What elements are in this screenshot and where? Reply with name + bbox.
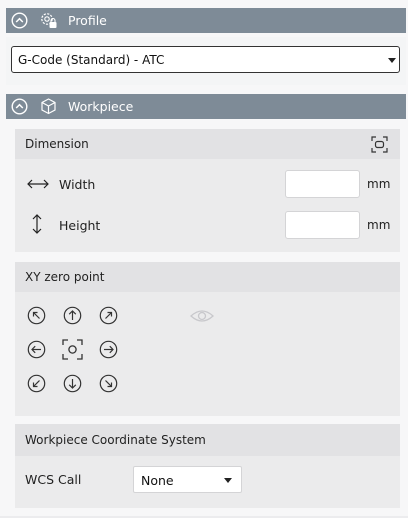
profile-select-value: G-Code (Standard) - ATC	[18, 53, 165, 67]
profile-section-title: Profile	[68, 13, 107, 28]
arrow-up-left-icon[interactable]	[27, 306, 46, 325]
profile-section-header[interactable]: Profile	[6, 8, 406, 33]
xy-zero-card-header: XY zero point	[15, 262, 400, 292]
arrow-left-icon[interactable]	[27, 340, 46, 359]
wcs-call-select[interactable]: None	[133, 466, 242, 493]
chevron-up-circle-icon[interactable]	[11, 98, 28, 115]
arrow-down-icon[interactable]	[63, 374, 82, 393]
arrow-up-right-icon[interactable]	[99, 306, 118, 325]
profile-select[interactable]: G-Code (Standard) - ATC	[11, 46, 400, 73]
width-input[interactable]	[285, 170, 360, 198]
width-unit: mm	[367, 177, 391, 191]
wcs-title: Workpiece Coordinate System	[25, 433, 206, 447]
dimension-card-header: Dimension	[15, 129, 400, 159]
chevron-down-icon[interactable]	[224, 478, 232, 483]
workpiece-section-title: Workpiece	[68, 99, 134, 114]
wcs-card: Workpiece Coordinate System WCS Call Non…	[15, 424, 400, 508]
profile-body: G-Code (Standard) - ATC	[6, 37, 406, 85]
arrow-right-icon[interactable]	[99, 340, 118, 359]
height-label: Height	[59, 218, 101, 233]
arrow-down-right-icon[interactable]	[99, 374, 118, 393]
chevron-down-icon[interactable]	[388, 58, 396, 63]
workpiece-settings-panel: Profile G-Code (Standard) - ATC Workpiec…	[0, 0, 408, 518]
wcs-card-header: Workpiece Coordinate System	[15, 424, 400, 456]
vertical-arrows-icon	[32, 214, 42, 234]
eye-icon[interactable]	[189, 308, 215, 324]
center-origin-icon[interactable]	[61, 338, 84, 361]
arrow-down-left-icon[interactable]	[27, 374, 46, 393]
gear-lock-icon	[41, 13, 57, 28]
height-unit: mm	[367, 218, 391, 232]
wcs-call-value: None	[141, 473, 174, 488]
arrow-up-icon[interactable]	[63, 306, 82, 325]
chevron-up-circle-icon[interactable]	[11, 12, 28, 29]
dimension-title: Dimension	[25, 137, 89, 151]
cube-icon	[41, 98, 56, 115]
width-label: Width	[59, 177, 96, 192]
workpiece-body: Dimension Width mm Height mm XY zero poi…	[6, 119, 406, 518]
workpiece-section-header[interactable]: Workpiece	[6, 94, 406, 119]
horizontal-arrows-icon	[27, 179, 49, 189]
xy-zero-title: XY zero point	[25, 270, 105, 284]
height-input[interactable]	[285, 211, 360, 239]
dimension-card: Dimension Width mm Height mm	[15, 129, 400, 252]
fit-screen-icon[interactable]	[371, 136, 388, 153]
xy-zero-card: XY zero point	[15, 262, 400, 416]
wcs-call-label: WCS Call	[25, 472, 82, 487]
